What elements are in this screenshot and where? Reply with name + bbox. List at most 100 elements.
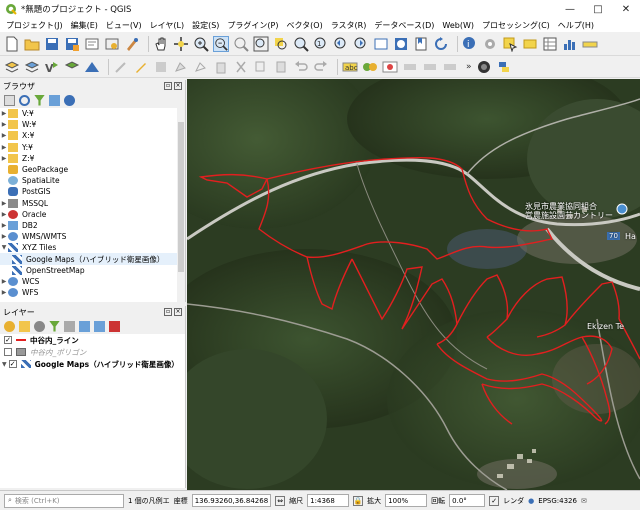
statistics-icon[interactable] <box>562 36 578 52</box>
expand-arrow-icon[interactable]: ▶ <box>0 222 8 229</box>
filter-icon[interactable] <box>34 94 45 106</box>
layer-labeling-icon[interactable] <box>362 59 378 75</box>
refresh-icon[interactable] <box>19 94 30 106</box>
bookmark-icon[interactable] <box>413 36 429 52</box>
save-as-icon[interactable] <box>64 36 80 52</box>
layer-row-polygon[interactable]: 中谷内_ポリゴン <box>0 346 185 358</box>
expand-arrow-icon[interactable]: ▶ <box>0 121 8 128</box>
zoom-to-selection-icon[interactable] <box>273 36 289 52</box>
filter-legend-icon[interactable] <box>49 320 60 332</box>
deselect-icon[interactable] <box>522 36 538 52</box>
layer-row-line[interactable]: ✓ 中谷内_ライン <box>0 334 185 346</box>
collapse-all-icon[interactable] <box>94 320 105 332</box>
identify-icon[interactable]: i <box>462 36 478 52</box>
cut-features-icon[interactable] <box>233 59 249 75</box>
vertex-tool-icon[interactable] <box>193 59 209 75</box>
zoom-native-icon[interactable]: 1 <box>313 36 329 52</box>
render-checkbox[interactable]: ✓ <box>489 495 500 506</box>
add-vector-icon[interactable]: V <box>44 59 60 75</box>
close-panel-icon[interactable]: × <box>174 82 182 90</box>
add-layer-icon[interactable] <box>4 59 20 75</box>
float-panel-icon[interactable]: ▫ <box>164 82 172 90</box>
expand-arrow-icon[interactable]: ▶ <box>0 200 8 207</box>
pan-hand-icon[interactable] <box>153 36 169 52</box>
save-edits-icon[interactable] <box>153 59 169 75</box>
expand-arrow-icon[interactable]: ▶ <box>0 233 8 240</box>
tree-item-google-maps[interactable]: Google Maps（ハイブリッド衛星画像） <box>0 253 185 265</box>
map-canvas[interactable]: 氷見市農業協同組合 営農施設園芸カントリー Ekizen Te 70 Ha <box>187 79 640 490</box>
paste-features-icon[interactable] <box>273 59 289 75</box>
expand-arrow-icon[interactable]: ▶ <box>0 132 8 139</box>
add-mesh-icon[interactable] <box>84 59 100 75</box>
new-project-icon[interactable] <box>4 36 20 52</box>
help-icon[interactable] <box>64 94 75 106</box>
expand-arrow-icon[interactable]: ▶ <box>0 289 8 296</box>
delete-selected-icon[interactable] <box>213 59 229 75</box>
zoom-next-icon[interactable] <box>353 36 369 52</box>
layer-visibility-checkbox[interactable] <box>4 348 12 356</box>
tree-item-wms[interactable]: ▶ WMS/WMTS <box>0 231 185 242</box>
browser-scrollbar[interactable] <box>177 108 185 302</box>
tree-item-geopackage[interactable]: GeoPackage <box>0 164 185 175</box>
add-selected-layers-icon[interactable] <box>4 94 15 106</box>
tree-item-db2[interactable]: ▶ DB2 <box>0 220 185 231</box>
expand-arrow-icon[interactable]: ▶ <box>0 144 8 151</box>
layer-row-google-maps[interactable]: ▼ ✓ Google Maps（ハイブリッド衛星画像） <box>0 358 185 370</box>
menu-project[interactable]: プロジェクト(J) <box>6 20 63 31</box>
expand-all-icon[interactable] <box>79 320 90 332</box>
expand-arrow-icon[interactable]: ▶ <box>0 278 8 285</box>
zoom-rubberband-icon[interactable] <box>233 36 249 52</box>
collapse-arrow-icon[interactable]: ▼ <box>0 244 8 251</box>
zoom-last-icon[interactable] <box>333 36 349 52</box>
tree-item-drive-x[interactable]: ▶ X:¥ <box>0 130 185 141</box>
toggle-edit-icon[interactable] <box>133 59 149 75</box>
label-tool-icon[interactable]: abc <box>342 59 358 75</box>
filter-by-expression-icon[interactable] <box>64 320 75 332</box>
scale-field[interactable]: 1:4368 <box>307 494 350 507</box>
manage-theme-icon[interactable] <box>34 320 45 332</box>
zoom-out-icon[interactable] <box>213 35 229 52</box>
pan-to-selection-icon[interactable] <box>173 36 189 52</box>
tree-item-drive-v[interactable]: ▶ V:¥ <box>0 108 185 119</box>
expand-arrow-icon[interactable]: ▶ <box>0 155 8 162</box>
select-features-icon[interactable] <box>502 36 518 52</box>
add-raster-icon[interactable] <box>24 59 40 75</box>
scrollbar-thumb[interactable] <box>178 122 184 272</box>
menu-processing[interactable]: プロセッシング(C) <box>482 20 550 31</box>
style-manager-icon[interactable] <box>124 36 140 52</box>
menu-database[interactable]: データベース(D) <box>374 20 434 31</box>
rotate-label-icon[interactable] <box>422 59 438 75</box>
coordinate-field[interactable]: 136.93260,36.84268 <box>191 494 272 507</box>
tree-item-postgis[interactable]: PostGIS <box>0 186 185 197</box>
tree-item-spatialite[interactable]: SpatiaLite <box>0 175 185 186</box>
layer-visibility-checkbox[interactable]: ✓ <box>4 336 12 344</box>
tree-item-wcs[interactable]: ▶ WCS <box>0 276 185 287</box>
menu-help[interactable]: ヘルプ(H) <box>558 20 594 31</box>
add-feature-icon[interactable] <box>173 59 189 75</box>
menu-edit[interactable]: 編集(E) <box>71 20 98 31</box>
layer-visibility-checkbox[interactable]: ✓ <box>8 360 17 368</box>
python-console-icon[interactable] <box>496 59 512 75</box>
save-project-icon[interactable] <box>44 36 60 52</box>
zoom-full-icon[interactable] <box>253 36 269 52</box>
locator-search-input[interactable]: ⌕ 検索 (Ctrl+K) <box>4 493 124 508</box>
undo-icon[interactable] <box>293 59 309 75</box>
current-edits-icon[interactable] <box>113 59 129 75</box>
tree-item-drive-y[interactable]: ▶ Y:¥ <box>0 142 185 153</box>
pin-label-icon[interactable] <box>382 59 398 75</box>
action-icon[interactable] <box>482 36 498 52</box>
close-button[interactable]: ✕ <box>612 0 640 18</box>
messages-icon[interactable]: ✉ <box>581 497 587 505</box>
tree-item-drive-z[interactable]: ▶ Z:¥ <box>0 153 185 164</box>
tree-item-xyz-tiles[interactable]: ▼ XYZ Tiles <box>0 242 185 253</box>
menu-plugins[interactable]: プラグイン(P) <box>227 20 278 31</box>
collapse-all-icon[interactable] <box>49 94 60 106</box>
expand-arrow-icon[interactable]: ▶ <box>0 211 8 218</box>
maximize-button[interactable]: □ <box>584 0 612 18</box>
tree-item-openstreetmap[interactable]: OpenStreetMap <box>0 265 185 276</box>
move-label-icon[interactable] <box>402 59 418 75</box>
temporal-controller-icon[interactable] <box>393 36 409 52</box>
add-group-icon[interactable] <box>19 320 30 332</box>
add-wms-icon[interactable] <box>64 59 80 75</box>
new-map-view-icon[interactable] <box>373 36 389 52</box>
